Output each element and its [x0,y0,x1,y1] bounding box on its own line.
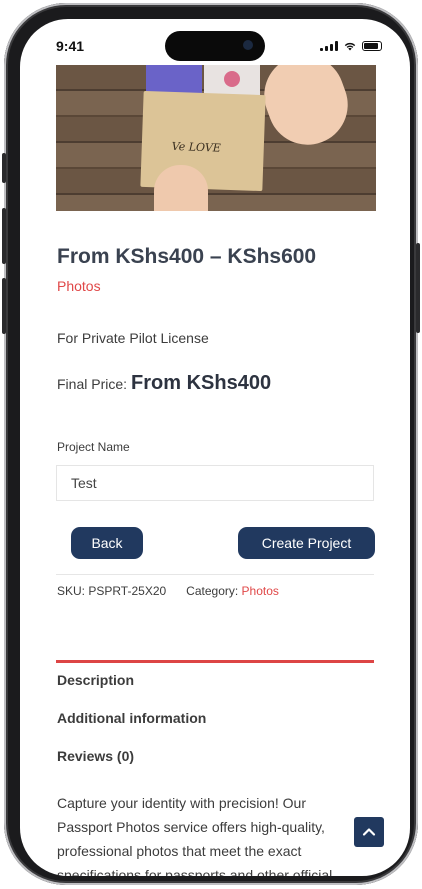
create-project-button[interactable]: Create Project [238,527,375,559]
chevron-up-icon [362,828,376,836]
final-price: Final Price: From KShs400 [57,372,271,395]
battery-icon [362,41,382,51]
project-name-label: Project Name [57,440,130,454]
volume-down-button [2,278,6,334]
hand-graphic [154,165,208,211]
active-tab-indicator [56,660,374,663]
sku-text: SKU: PSPRT-25X20 [57,584,167,598]
final-price-label: Final Price: [57,376,128,392]
scroll-to-top-button[interactable] [354,817,384,847]
product-image: Ve LOVE [56,65,376,211]
wifi-icon [344,42,356,51]
envelope-text: Ve LOVE [171,139,222,155]
hand-graphic [253,65,359,156]
volume-up-button [2,208,6,264]
category-meta-link[interactable]: Photos [242,584,279,598]
final-price-amount: From KShs400 [131,372,272,394]
camera-dot [243,40,253,50]
product-meta: SKU: PSPRT-25X20 Category: Photos [57,584,279,598]
divider [56,574,374,575]
tab-description[interactable]: Description [57,672,134,688]
tab-additional-information[interactable]: Additional information [57,710,206,726]
mute-switch [2,153,6,183]
dynamic-island [165,31,265,61]
phone-frame: 9:41 Ve LOVE From KShs400 – KShs600 Phot… [2,3,420,885]
status-icons [320,41,382,51]
category-link[interactable]: Photos [57,278,101,294]
project-name-input[interactable] [56,465,374,501]
status-time: 9:41 [56,38,85,54]
product-subtitle: For Private Pilot License [57,330,209,346]
signal-icon [320,41,338,51]
tab-reviews[interactable]: Reviews (0) [57,748,134,764]
back-button[interactable]: Back [71,527,143,559]
category-meta: Category: Photos [186,584,279,598]
screen: 9:41 Ve LOVE From KShs400 – KShs600 Phot… [20,19,410,876]
product-title: From KShs400 – KShs600 [57,245,317,268]
power-button [416,243,420,333]
description-text: Capture your identity with precision! Ou… [57,795,333,876]
category-meta-label: Category: [186,584,239,598]
